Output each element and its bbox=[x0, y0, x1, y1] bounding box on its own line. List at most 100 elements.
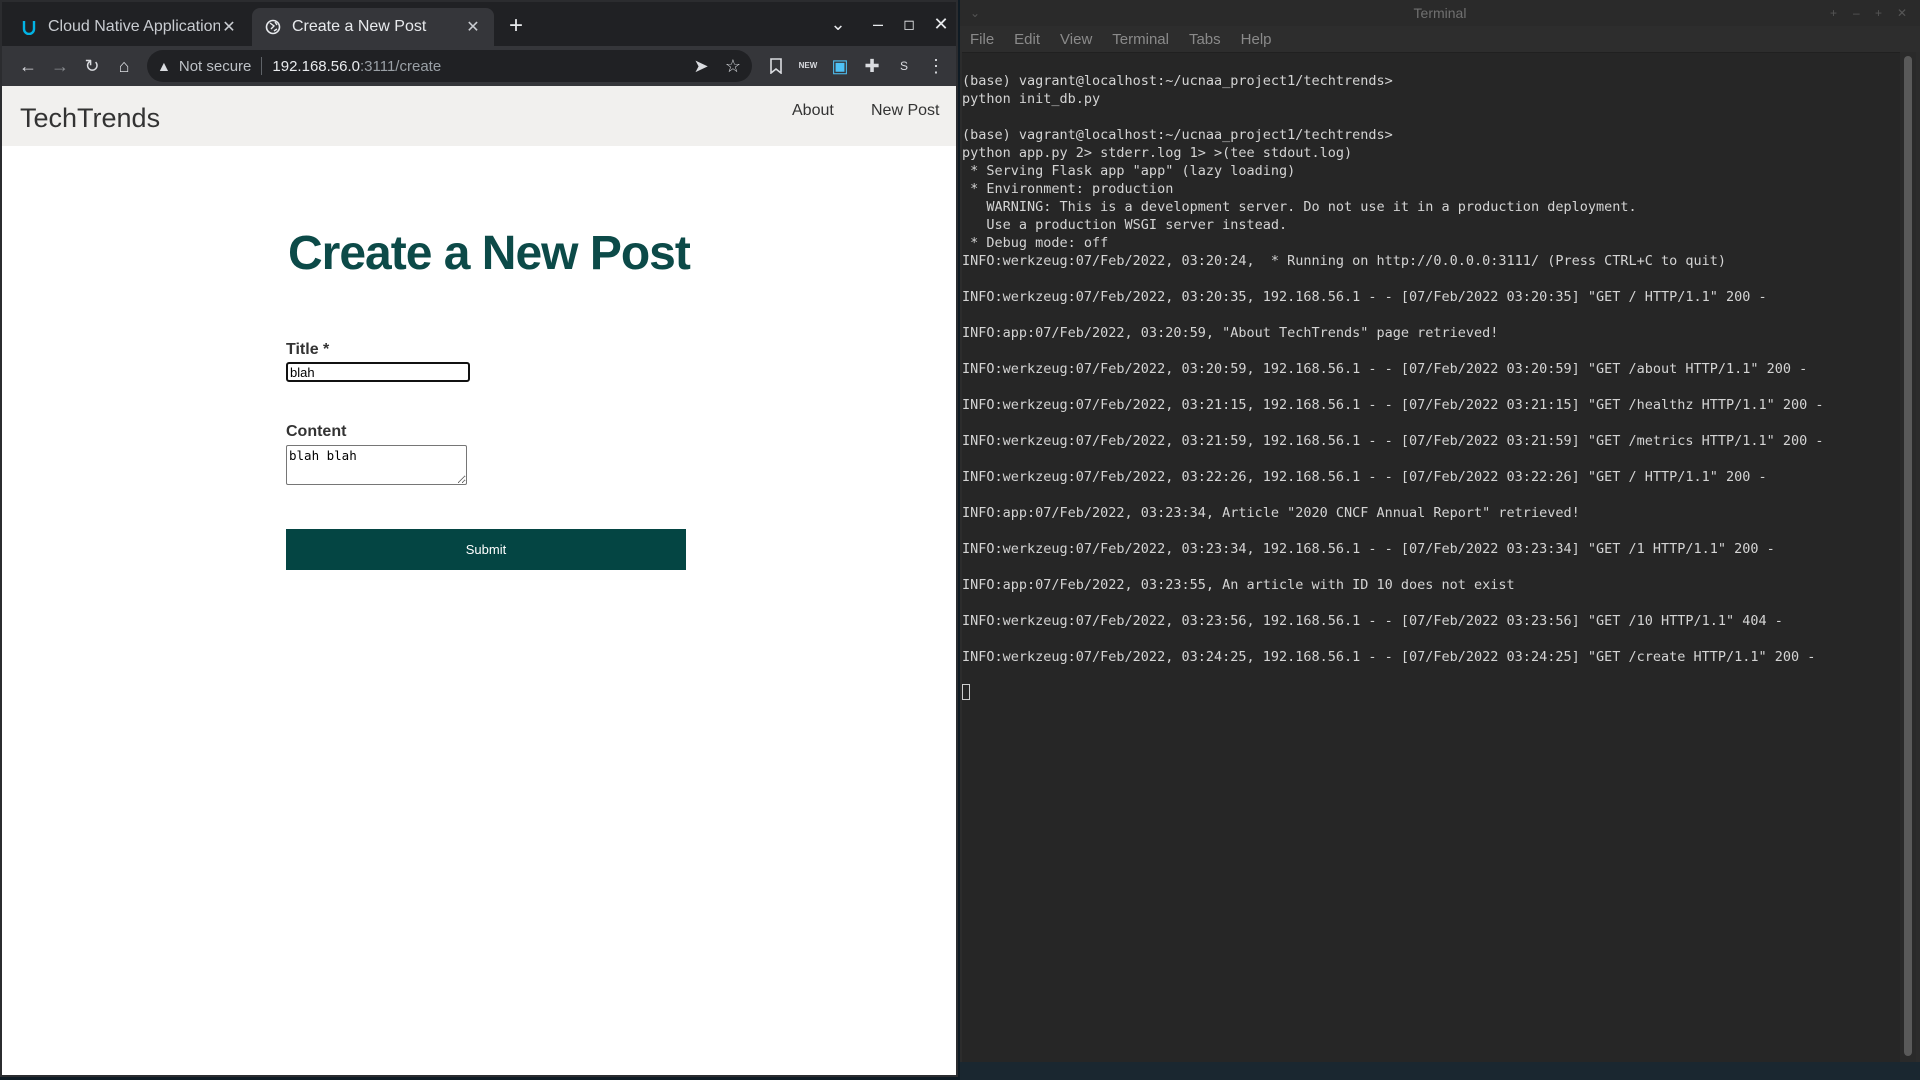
terminal-line: INFO:werkzeug:07/Feb/2022, 03:21:15, 192… bbox=[962, 397, 1824, 413]
terminal-line: INFO:app:07/Feb/2022, 03:23:34, Article … bbox=[962, 505, 1580, 521]
menu-tabs[interactable]: Tabs bbox=[1189, 31, 1221, 48]
terminal-line: Use a production WSGI server instead. bbox=[962, 217, 1288, 233]
browser-toolbar: ← → ↻ ⌂ ▲ Not secure 192.168.56.0 :3111/… bbox=[2, 46, 956, 86]
terminal-line: WARNING: This is a development server. D… bbox=[962, 199, 1637, 215]
star-icon[interactable]: ☆ bbox=[719, 52, 747, 80]
terminal-line: (base) vagrant@localhost:~/ucnaa_project… bbox=[962, 73, 1393, 89]
content-label: Content bbox=[286, 423, 347, 440]
title-label: Title * bbox=[286, 341, 330, 358]
menu-file[interactable]: File bbox=[970, 31, 994, 48]
url-path: :3111/create bbox=[360, 57, 442, 75]
terminal-line: * Environment: production bbox=[962, 181, 1174, 197]
desktop-taskbar bbox=[960, 1062, 1920, 1080]
kebab-menu-icon[interactable]: ⋮ bbox=[922, 52, 950, 80]
menu-terminal[interactable]: Terminal bbox=[1112, 31, 1169, 48]
security-label: Not secure bbox=[178, 57, 252, 75]
warning-icon: ▲ bbox=[157, 58, 171, 74]
terminal-line: INFO:werkzeug:07/Feb/2022, 03:23:56, 192… bbox=[962, 613, 1783, 629]
nav-about-link[interactable]: About bbox=[792, 102, 834, 120]
menu-edit[interactable]: Edit bbox=[1014, 31, 1040, 48]
terminal-line: python app.py 2> stderr.log 1> >(tee std… bbox=[962, 145, 1353, 161]
back-icon[interactable]: ← bbox=[14, 52, 42, 80]
forward-icon[interactable]: → bbox=[46, 52, 74, 80]
tab-title: Cloud Native Application bbox=[48, 18, 220, 35]
menu-help[interactable]: Help bbox=[1241, 31, 1272, 48]
terminal-line: python init_db.py bbox=[962, 91, 1101, 107]
tab-cloud-native[interactable]: Cloud Native Application ✕ bbox=[8, 8, 250, 46]
extension-new-icon[interactable]: NEW bbox=[794, 52, 822, 80]
puzzle-icon[interactable]: ✚ bbox=[858, 52, 886, 80]
web-page: TechTrends About New Post Create a New P… bbox=[2, 86, 956, 1075]
close-window-icon[interactable]: ✕ bbox=[927, 10, 955, 38]
terminal-output[interactable]: (base) vagrant@localhost:~/ucnaa_project… bbox=[962, 52, 1900, 1063]
globe-icon bbox=[264, 18, 282, 36]
save-extension-icon[interactable]: ▣ bbox=[826, 52, 854, 80]
terminal-line: INFO:werkzeug:07/Feb/2022, 03:20:59, 192… bbox=[962, 361, 1808, 377]
terminal-title: Terminal bbox=[1413, 5, 1467, 21]
maximize-icon[interactable]: ◻ bbox=[895, 10, 923, 38]
page-title: Create a New Post bbox=[288, 227, 691, 280]
terminal-cursor bbox=[962, 684, 970, 700]
terminal-titlebar: Terminal ⌄ + – + ✕ bbox=[960, 0, 1920, 26]
tab-create-post[interactable]: Create a New Post ✕ bbox=[252, 8, 494, 46]
terminal-line: INFO:app:07/Feb/2022, 03:20:59, "About T… bbox=[962, 325, 1499, 341]
minimize-icon[interactable]: – bbox=[1853, 0, 1860, 26]
terminal-line: INFO:werkzeug:07/Feb/2022, 03:20:24, * R… bbox=[962, 253, 1727, 269]
close-icon[interactable]: ✕ bbox=[220, 17, 238, 37]
terminal-lines: (base) vagrant@localhost:~/ucnaa_project… bbox=[962, 72, 1824, 702]
divider bbox=[261, 57, 263, 75]
close-window-icon[interactable]: ✕ bbox=[1897, 0, 1907, 26]
terminal-scrollbar[interactable] bbox=[1900, 52, 1916, 1062]
tab-search-icon[interactable]: ⌄ bbox=[824, 10, 852, 38]
nav-new-post-link[interactable]: New Post bbox=[871, 102, 939, 120]
udacity-icon bbox=[20, 18, 38, 36]
address-bar[interactable]: ▲ Not secure 192.168.56.0 :3111/create ➤… bbox=[147, 50, 752, 82]
profile-avatar[interactable]: S bbox=[890, 52, 918, 80]
tab-strip: Cloud Native Application ✕ Create a New … bbox=[2, 2, 956, 46]
terminal-line: * Debug mode: off bbox=[962, 235, 1109, 251]
home-icon[interactable]: ⌂ bbox=[110, 52, 138, 80]
minimize-icon[interactable]: – bbox=[864, 10, 892, 38]
terminal-line: * Serving Flask app "app" (lazy loading) bbox=[962, 163, 1296, 179]
bookmark-icon[interactable] bbox=[762, 52, 790, 80]
send-icon[interactable]: ➤ bbox=[687, 52, 715, 80]
terminal-menubar: File Edit View Terminal Tabs Help bbox=[960, 26, 1920, 52]
site-navbar: TechTrends About New Post bbox=[2, 86, 956, 146]
terminal-line: INFO:werkzeug:07/Feb/2022, 03:23:34, 192… bbox=[962, 541, 1775, 557]
content-textarea[interactable]: blah blah bbox=[286, 445, 467, 485]
url-host: 192.168.56.0 bbox=[272, 57, 360, 75]
maximize-icon[interactable]: + bbox=[1875, 0, 1882, 26]
close-icon[interactable]: ✕ bbox=[464, 17, 482, 37]
terminal-line: INFO:app:07/Feb/2022, 03:23:55, An artic… bbox=[962, 577, 1515, 593]
submit-button[interactable]: Submit bbox=[286, 529, 686, 570]
window-menu-icon[interactable]: ⌄ bbox=[970, 0, 980, 26]
tab-title: Create a New Post bbox=[292, 18, 427, 35]
terminal-prompt-line bbox=[962, 684, 1824, 702]
title-input[interactable] bbox=[286, 362, 470, 382]
reload-icon[interactable]: ↻ bbox=[78, 52, 106, 80]
site-brand[interactable]: TechTrends bbox=[20, 103, 160, 134]
scrollbar-thumb[interactable] bbox=[1904, 56, 1912, 1056]
menu-view[interactable]: View bbox=[1060, 31, 1092, 48]
terminal-line: INFO:werkzeug:07/Feb/2022, 03:20:35, 192… bbox=[962, 289, 1767, 305]
terminal-line: (base) vagrant@localhost:~/ucnaa_project… bbox=[962, 127, 1393, 143]
terminal-line: INFO:werkzeug:07/Feb/2022, 03:24:25, 192… bbox=[962, 649, 1816, 665]
terminal-window: Terminal ⌄ + – + ✕ File Edit View Termin… bbox=[960, 0, 1920, 1080]
shade-icon[interactable]: + bbox=[1830, 0, 1837, 26]
terminal-line: INFO:werkzeug:07/Feb/2022, 03:21:59, 192… bbox=[962, 433, 1824, 449]
browser-window: Cloud Native Application ✕ Create a New … bbox=[0, 0, 958, 1077]
new-tab-icon[interactable]: + bbox=[502, 12, 530, 40]
